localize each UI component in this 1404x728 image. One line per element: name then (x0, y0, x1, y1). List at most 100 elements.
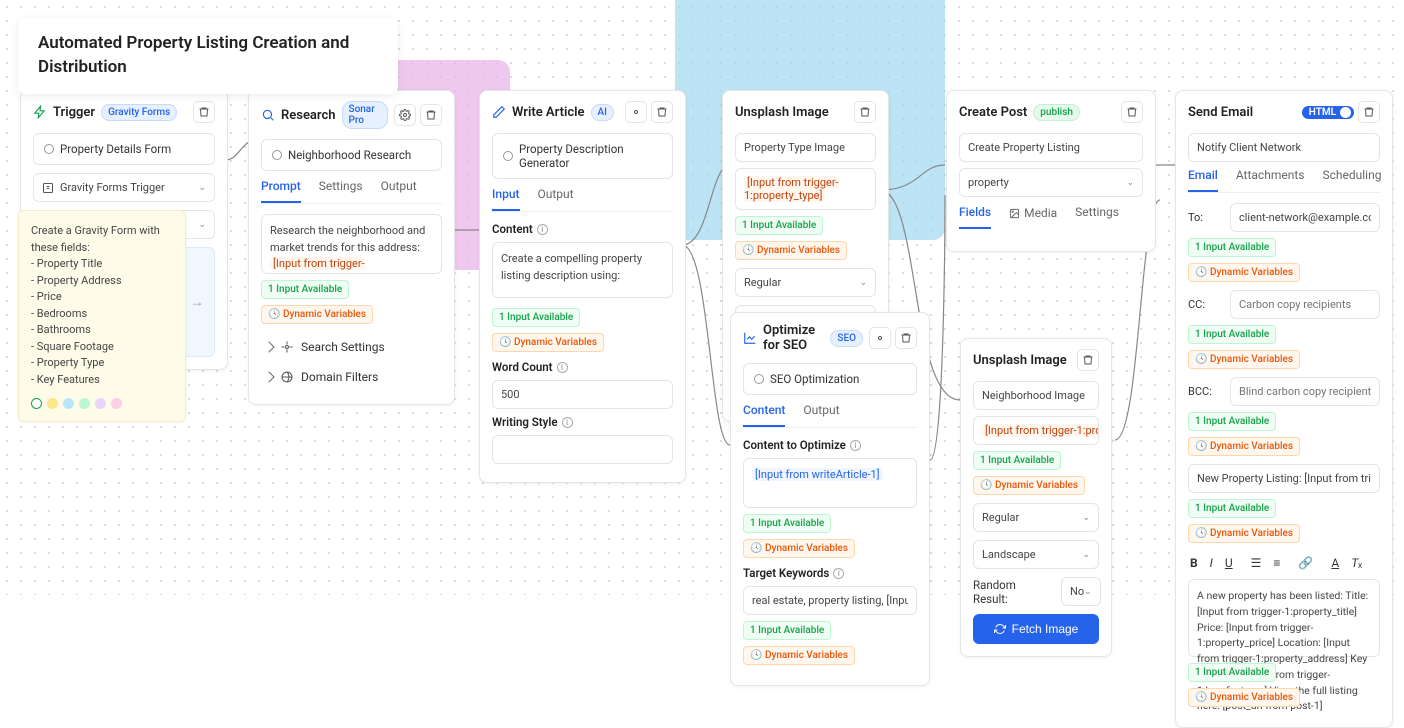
delete-button[interactable] (1121, 101, 1143, 123)
list-ol-button[interactable]: ≡ (1273, 556, 1280, 570)
workflow-canvas[interactable]: Automated Property Listing Creation and … (0, 0, 1404, 595)
node-create-post[interactable]: Create Post publish property⌄ Fields Med… (946, 90, 1156, 252)
tab-output[interactable]: Output (538, 187, 574, 211)
seo-option[interactable]: SEO Optimization (743, 363, 917, 395)
unsplash-query-input[interactable]: [Input from trigger-1:property_type] (735, 168, 876, 210)
research-option[interactable]: Neighborhood Research (261, 139, 442, 171)
text-color-button[interactable]: A (1331, 556, 1339, 570)
input-available-pill[interactable]: 1 Input Available (973, 451, 1061, 470)
note-color-option[interactable] (95, 398, 106, 409)
delete-button[interactable] (1077, 349, 1099, 371)
post-name-input[interactable] (959, 133, 1143, 162)
delete-button[interactable] (651, 101, 673, 123)
note-color-picker[interactable] (31, 398, 173, 409)
writing-style-input[interactable] (492, 435, 673, 464)
to-input[interactable] (1230, 203, 1380, 232)
input-available-pill[interactable]: 1 Input Available (743, 621, 831, 640)
tab-fields[interactable]: Fields (959, 205, 991, 229)
email-name-input[interactable] (1188, 133, 1380, 162)
tab-settings[interactable]: Settings (1075, 205, 1119, 229)
dynamic-vars-pill[interactable]: 🕓 Dynamic Variables (1188, 524, 1300, 543)
info-icon[interactable]: i (833, 568, 844, 579)
email-body-textarea[interactable]: A new property has been listed: Title: [… (1188, 579, 1380, 657)
settings-button[interactable] (869, 327, 891, 349)
input-available-pill[interactable]: 1 Input Available (1188, 499, 1276, 518)
dynamic-vars-pill[interactable]: 🕓 Dynamic Variables (492, 333, 604, 352)
bcc-input[interactable] (1230, 377, 1380, 406)
node-research[interactable]: Research Sonar Pro Neighborhood Research… (248, 90, 455, 405)
dynamic-vars-pill[interactable]: 🕓 Dynamic Variables (735, 241, 847, 260)
tab-email[interactable]: Email (1188, 168, 1218, 192)
tab-scheduling[interactable]: Scheduling (1322, 168, 1381, 192)
bold-button[interactable]: B (1190, 556, 1198, 570)
tab-output[interactable]: Output (803, 403, 839, 427)
delete-button[interactable] (420, 104, 442, 126)
size-select[interactable]: Regular⌄ (735, 268, 876, 297)
input-available-pill[interactable]: 1 Input Available (261, 280, 349, 299)
fetch-image-button[interactable]: Fetch Image (973, 614, 1099, 644)
trigger-option[interactable]: Property Details Form (33, 133, 215, 165)
input-available-pill[interactable]: 1 Input Available (743, 514, 831, 533)
tab-content[interactable]: Content (743, 403, 785, 427)
tab-attachments[interactable]: Attachments (1236, 168, 1305, 192)
settings-button[interactable] (394, 104, 416, 126)
tab-prompt[interactable]: Prompt (261, 179, 301, 203)
input-available-pill[interactable]: 1 Input Available (1188, 412, 1276, 431)
unsplash-query-input[interactable]: [Input from trigger-1:property_address] (973, 416, 1099, 445)
delete-button[interactable] (854, 101, 876, 123)
size-select[interactable]: Regular⌄ (973, 503, 1099, 532)
delete-button[interactable] (895, 327, 917, 349)
dynamic-vars-pill[interactable]: 🕓 Dynamic Variables (973, 476, 1085, 495)
tab-media[interactable]: Media (1009, 205, 1057, 229)
input-available-pill[interactable]: 1 Input Available (1188, 238, 1276, 257)
dynamic-vars-pill[interactable]: 🕓 Dynamic Variables (1188, 350, 1300, 369)
list-ul-button[interactable]: ☰ (1251, 556, 1262, 570)
random-select[interactable]: No⌄ (1061, 577, 1101, 606)
cc-input[interactable] (1230, 290, 1380, 319)
keywords-input[interactable] (743, 586, 917, 615)
note-color-option[interactable] (47, 398, 58, 409)
clear-format-button[interactable]: Tₓ (1351, 556, 1362, 570)
sticky-note[interactable]: Create a Gravity Form with these fields:… (18, 210, 186, 422)
post-type-select[interactable]: property⌄ (959, 168, 1143, 197)
write-option[interactable]: Property Description Generator (492, 133, 673, 179)
html-toggle[interactable]: HTML (1302, 106, 1354, 119)
cto-textarea[interactable]: [Input from writeArticle-1] (743, 458, 917, 508)
node-send-email[interactable]: Send Email HTML Email Attachments Schedu… (1175, 90, 1393, 728)
input-available-pill[interactable]: 1 Input Available (1188, 663, 1276, 682)
italic-button[interactable]: I (1210, 556, 1213, 570)
note-color-option[interactable] (111, 398, 122, 409)
info-icon[interactable]: i (537, 224, 548, 235)
dynamic-vars-pill[interactable]: 🕓 Dynamic Variables (743, 539, 855, 558)
orientation-select[interactable]: Landscape⌄ (973, 540, 1099, 569)
node-write-article[interactable]: Write Article AI Property Description Ge… (479, 90, 686, 483)
input-available-pill[interactable]: 1 Input Available (735, 216, 823, 235)
search-settings-accordion[interactable]: Search Settings (261, 332, 442, 362)
note-color-option[interactable] (31, 398, 42, 409)
tab-output[interactable]: Output (381, 179, 417, 203)
dynamic-vars-pill[interactable]: 🕓 Dynamic Variables (1188, 688, 1300, 707)
dynamic-vars-pill[interactable]: 🕓 Dynamic Variables (1188, 437, 1300, 456)
dynamic-vars-pill[interactable]: 🕓 Dynamic Variables (1188, 263, 1300, 282)
info-icon[interactable]: i (557, 362, 568, 373)
word-count-input[interactable] (492, 380, 673, 409)
delete-button[interactable] (193, 101, 215, 123)
dynamic-vars-pill[interactable]: 🕓 Dynamic Variables (743, 646, 855, 665)
link-button[interactable]: 🔗 (1298, 556, 1313, 570)
settings-button[interactable] (625, 101, 647, 123)
note-color-option[interactable] (63, 398, 74, 409)
research-prompt-textarea[interactable]: Research the neighborhood and market tre… (261, 214, 442, 274)
info-icon[interactable]: i (562, 417, 573, 428)
input-available-pill[interactable]: 1 Input Available (1188, 325, 1276, 344)
input-available-pill[interactable]: 1 Input Available (492, 308, 580, 327)
unsplash-name-input[interactable] (973, 381, 1099, 410)
trigger-type-select[interactable]: Gravity Forms Trigger ⌄ (33, 173, 215, 202)
node-unsplash-2[interactable]: Unsplash Image [Input from trigger-1:pro… (960, 338, 1112, 657)
subject-input[interactable] (1188, 464, 1380, 493)
content-textarea[interactable]: Create a compelling property listing des… (492, 242, 673, 298)
note-color-option[interactable] (79, 398, 90, 409)
domain-filters-accordion[interactable]: Domain Filters (261, 362, 442, 392)
delete-button[interactable] (1358, 101, 1380, 123)
node-seo[interactable]: Optimize for SEO SEO SEO Optimization Co… (730, 312, 930, 686)
info-icon[interactable]: i (850, 440, 861, 451)
